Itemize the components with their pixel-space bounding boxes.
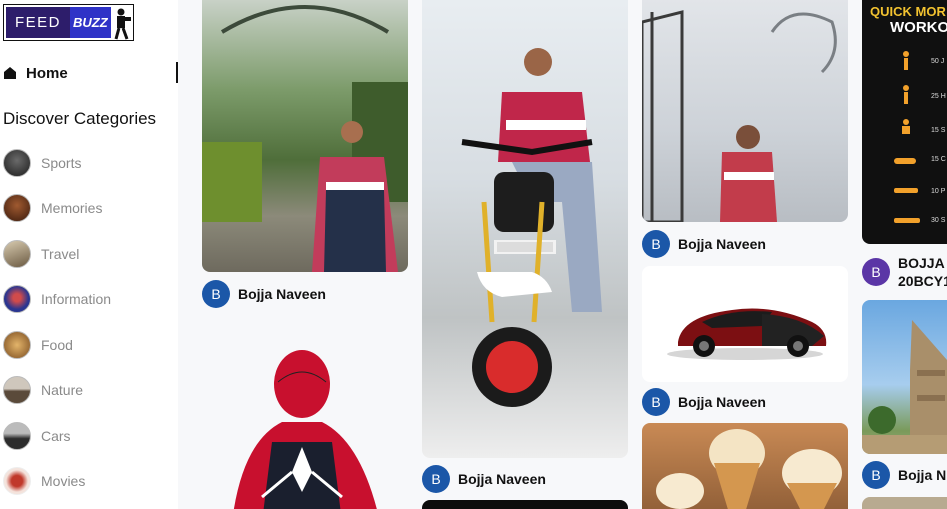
category-information[interactable]: Information	[3, 285, 111, 313]
author-name: Bojja Naveen	[678, 236, 766, 252]
category-label: Nature	[41, 382, 84, 398]
author-name: Bojja N	[898, 467, 947, 483]
post-image-garden[interactable]	[202, 0, 408, 272]
post-image-dark[interactable]	[422, 500, 628, 509]
post-author[interactable]: B BOJJA 20BCY1	[862, 254, 947, 290]
feedbuzz-logo[interactable]: FEED BUZZ	[3, 4, 134, 41]
home-icon	[4, 67, 16, 79]
active-indicator	[176, 62, 178, 83]
category-movies[interactable]: Movies	[3, 467, 85, 495]
workout-title-1: QUICK MOR	[870, 4, 946, 19]
author-avatar: B	[202, 280, 230, 308]
category-label: Movies	[41, 473, 86, 489]
post-image-car[interactable]	[642, 266, 848, 382]
motorbike-scene	[461, 48, 602, 407]
icecream-cones	[656, 429, 842, 509]
author-name: BOJJA	[898, 255, 945, 271]
author-avatar: B	[862, 258, 890, 286]
workout-figures-icon	[894, 51, 920, 223]
category-thumb	[3, 422, 31, 450]
workout-item: 30 S	[931, 217, 946, 224]
workout-item: 50 J	[931, 58, 945, 65]
workout-title-2: WORKO	[890, 19, 947, 36]
post-author[interactable]: B Bojja Naveen	[642, 230, 766, 258]
category-label: Travel	[41, 246, 80, 262]
category-label: Cars	[41, 428, 71, 444]
spiderman-art	[233, 350, 377, 509]
discover-heading: Discover Categories	[3, 109, 157, 128]
foggy-scene	[642, 10, 837, 222]
workout-item: 15 C	[931, 156, 946, 163]
post-image-workout[interactable]: QUICK MOR WORKO 50 J 25 H 15 S 15 C 10 P…	[862, 0, 947, 244]
category-label: Food	[41, 337, 73, 353]
category-label: Memories	[41, 200, 103, 216]
author-name: Bojja Naveen	[678, 394, 766, 410]
author-id: 20BCY1	[898, 273, 947, 289]
post-author[interactable]: B Bojja Naveen	[642, 388, 766, 416]
garden-scene	[202, 5, 408, 272]
author-name: Bojja Naveen	[458, 471, 546, 487]
author-avatar: B	[642, 388, 670, 416]
post-author[interactable]: B Bojja Naveen	[422, 465, 546, 493]
category-thumb	[3, 194, 31, 222]
logo-text-feed: FEED	[6, 7, 70, 38]
category-cars[interactable]: Cars	[3, 422, 71, 450]
category-thumb	[3, 376, 31, 404]
logo-text-buzz: BUZZ	[70, 7, 111, 38]
photographer-icon	[111, 5, 133, 40]
post-author[interactable]: B Bojja Naveen	[202, 280, 326, 308]
nav-home-label: Home	[26, 64, 68, 82]
category-thumb	[3, 331, 31, 359]
category-label: Information	[41, 291, 112, 307]
category-thumb	[3, 240, 31, 268]
post-image-icecream[interactable]	[642, 423, 848, 509]
author-name: Bojja Naveen	[238, 286, 326, 302]
post-image-partial[interactable]	[862, 497, 947, 509]
post-author[interactable]: B Bojja N	[862, 461, 946, 489]
post-image-motorbike[interactable]	[422, 0, 628, 458]
author-avatar: B	[422, 465, 450, 493]
category-memories[interactable]: Memories	[3, 194, 102, 222]
category-food[interactable]: Food	[3, 331, 73, 359]
category-thumb	[3, 467, 31, 495]
workout-item: 25 H	[931, 93, 946, 100]
category-sports[interactable]: Sports	[3, 149, 81, 177]
category-label: Sports	[41, 155, 82, 171]
category-nature[interactable]: Nature	[3, 376, 83, 404]
author-avatar: B	[862, 461, 890, 489]
sidebar: FEED BUZZ Home Discover Categories Sport…	[0, 0, 178, 509]
nav-home[interactable]: Home	[4, 62, 68, 84]
workout-item: 10 P	[931, 188, 946, 195]
category-thumb	[3, 149, 31, 177]
category-travel[interactable]: Travel	[3, 240, 79, 268]
temple-scene	[862, 320, 947, 454]
category-thumb	[3, 285, 31, 313]
post-image-spiderman[interactable]	[202, 322, 408, 509]
author-avatar: B	[642, 230, 670, 258]
workout-item: 15 S	[931, 127, 946, 134]
bugatti-car	[667, 308, 827, 360]
post-image-temple[interactable]	[862, 300, 947, 454]
post-image-foggy[interactable]	[642, 0, 848, 222]
